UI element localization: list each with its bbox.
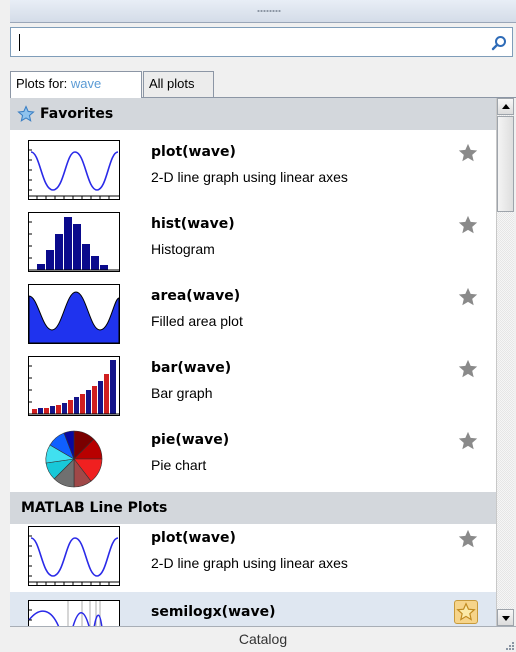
area-plot-thumbnail	[28, 284, 120, 344]
histogram-thumbnail	[28, 212, 120, 272]
tab-variable-name: wave	[70, 76, 102, 91]
item-description: 2-D line graph using linear axes	[151, 169, 348, 185]
favorite-star-icon[interactable]	[457, 430, 479, 452]
list-item-favorite-hist[interactable]: hist(wave) Histogram	[10, 204, 496, 276]
scroll-up-button[interactable]	[497, 98, 514, 115]
item-description: Filled area plot	[151, 313, 243, 329]
search-input[interactable]	[23, 31, 487, 55]
plot-list: Favorites plot(wave) 2-D line graph usin…	[10, 98, 496, 626]
item-title: plot(wave)	[151, 144, 236, 160]
text-caret	[19, 34, 20, 51]
arrow-down-icon	[502, 616, 510, 621]
list-item-favorite-bar[interactable]: bar(wave) Bar graph	[10, 348, 496, 420]
arrow-up-icon	[502, 104, 510, 109]
item-title: plot(wave)	[151, 530, 236, 546]
item-title: area(wave)	[151, 288, 241, 304]
list-item-matlab-semilogx[interactable]: semilogx(wave)	[10, 592, 496, 626]
item-title: semilogx(wave)	[151, 604, 276, 620]
pie-chart-thumbnail	[45, 430, 103, 488]
list-item-favorite-pie[interactable]: pie(wave) Pie chart	[10, 420, 496, 492]
item-title: hist(wave)	[151, 216, 235, 232]
line-plot-thumbnail	[28, 526, 120, 586]
section-header-favorites[interactable]: Favorites	[10, 98, 496, 130]
list-item-favorite-area[interactable]: area(wave) Filled area plot	[10, 276, 496, 348]
list-item-matlab-plot[interactable]: plot(wave) 2-D line graph using linear a…	[10, 518, 496, 590]
search-box[interactable]	[10, 27, 513, 57]
item-title: pie(wave)	[151, 432, 230, 448]
plot-catalog-panel: Plots for: wave All plots Favorites plot…	[0, 0, 516, 652]
tab-all-plots-label: All plots	[149, 76, 195, 91]
item-description: Pie chart	[151, 457, 207, 473]
catalog-label: Catalog	[238, 631, 288, 647]
tab-all-plots[interactable]: All plots	[143, 71, 214, 97]
search-icon[interactable]	[490, 34, 508, 52]
grip-handle-icon[interactable]	[257, 9, 281, 13]
item-description: Bar graph	[151, 385, 213, 401]
item-description: 2-D line graph using linear axes	[151, 555, 348, 571]
scroll-thumb[interactable]	[497, 116, 514, 212]
tab-plots-for-wave[interactable]: Plots for: wave	[10, 71, 142, 98]
favorite-star-icon[interactable]	[457, 528, 479, 550]
line-plot-thumbnail	[28, 140, 120, 200]
favorite-star-highlight[interactable]	[454, 600, 478, 624]
tab-plots-for-label: Plots for:	[16, 76, 71, 91]
vertical-scrollbar[interactable]	[496, 98, 514, 626]
resize-grip-icon[interactable]	[504, 640, 514, 650]
list-item-favorite-plot[interactable]: plot(wave) 2-D line graph using linear a…	[10, 132, 496, 204]
favorite-star-icon[interactable]	[457, 214, 479, 236]
favorite-star-icon[interactable]	[457, 142, 479, 164]
item-description: Histogram	[151, 241, 215, 257]
semilogx-thumbnail	[28, 600, 120, 626]
panel-grip-bar[interactable]	[10, 0, 516, 23]
catalog-link[interactable]: Catalog	[10, 626, 516, 652]
bar-graph-thumbnail	[28, 356, 120, 416]
star-icon	[17, 105, 35, 122]
favorite-star-icon[interactable]	[457, 358, 479, 380]
scroll-down-button[interactable]	[497, 609, 514, 626]
favorite-star-icon[interactable]	[457, 286, 479, 308]
favorite-star-icon[interactable]	[456, 602, 476, 622]
section-title-favorites: Favorites	[40, 106, 114, 122]
item-title: bar(wave)	[151, 360, 232, 376]
